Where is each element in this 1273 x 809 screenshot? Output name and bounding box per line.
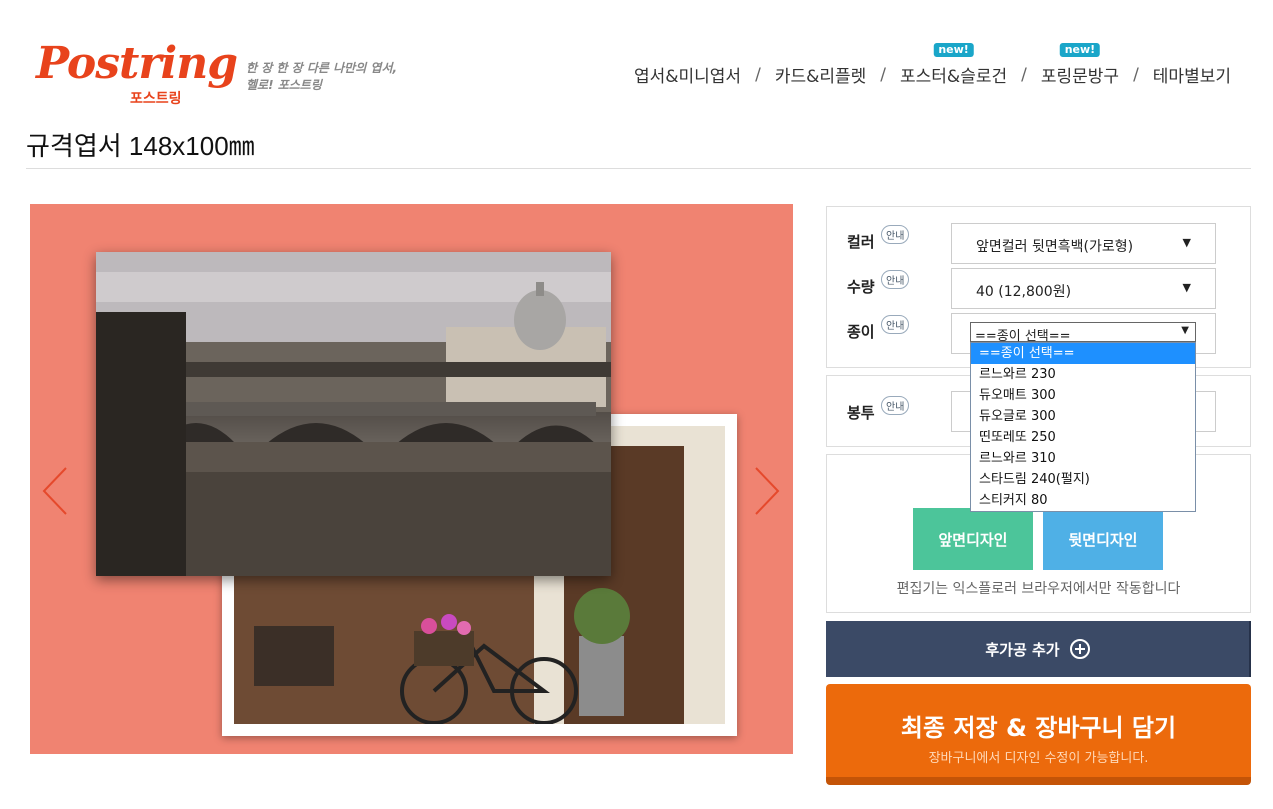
color-info-button[interactable]: 안내	[881, 225, 910, 244]
paper-option[interactable]: 듀오글로 300	[971, 406, 1195, 427]
paper-option[interactable]: 르느와르 310	[971, 448, 1195, 469]
nav-stationery[interactable]: new! 포링문방구	[1039, 43, 1121, 87]
nav-posters-label: 포스터&슬로건	[900, 67, 1008, 87]
paper-dropdown-list: ==종이 선택== 르느와르 230 듀오매트 300 듀오글로 300 띤또레…	[970, 342, 1196, 512]
color-label: 컬러	[847, 233, 875, 251]
quantity-option-row: 수량 안내	[847, 270, 910, 297]
cart-button-note: 장바구니에서 디자인 수정이 가능합니다.	[928, 751, 1149, 766]
quantity-label: 수량	[847, 278, 875, 296]
paper-option[interactable]: 스티커지 80	[971, 490, 1195, 511]
paper-option[interactable]: 르느와르 230	[971, 364, 1195, 385]
chevron-down-icon: ▼	[1182, 236, 1191, 249]
nav-themes[interactable]: 테마별보기	[1151, 62, 1233, 87]
quantity-select-value: 40 (12,800원)	[976, 284, 1072, 300]
paper-option[interactable]: 띤또레또 250	[971, 427, 1195, 448]
nav-separator: /	[1021, 64, 1027, 85]
nav-postcards-label: 엽서&미니엽서	[633, 67, 742, 87]
chevron-down-icon: ▼	[1182, 281, 1191, 294]
nav-separator: /	[880, 64, 887, 85]
tagline-line-1: 한 장 한 장 다른 나만의 엽서,	[246, 61, 398, 75]
add-finishing-label: 후가공 추가	[985, 640, 1060, 659]
envelope-label: 봉투	[847, 404, 875, 422]
logo-wordmark: Postring	[36, 38, 238, 89]
paper-option[interactable]: 스타드림 240(펄지)	[971, 469, 1195, 490]
paper-info-button[interactable]: 안내	[881, 315, 910, 334]
save-and-add-to-cart-button[interactable]: 최종 저장 & 장바구니 담기 장바구니에서 디자인 수정이 가능합니다.	[826, 684, 1251, 785]
editor-note: 편집기는 익스플로러 브라우저에서만 작동합니다	[896, 581, 1181, 597]
tagline: 한 장 한 장 다른 나만의 엽서, 헬로! 포스트링	[246, 60, 397, 94]
nav-cards-label: 카드&리플렛	[774, 67, 867, 87]
prev-arrow-icon[interactable]	[40, 466, 70, 516]
envelope-option-row: 봉투 안내	[847, 396, 910, 423]
color-select[interactable]: 앞면컬러 뒷면흑백(가로형) ▼	[951, 223, 1216, 264]
next-arrow-icon[interactable]	[752, 466, 782, 516]
new-badge: new!	[933, 43, 974, 57]
postring-logo[interactable]: Postring 포스트링	[30, 30, 238, 108]
nav-cards[interactable]: 카드&리플렛	[773, 62, 868, 87]
logo-korean: 포스트링	[130, 91, 182, 107]
rome-river-image	[96, 252, 611, 576]
nav-posters[interactable]: new! 포스터&슬로건	[898, 43, 1009, 87]
nav-themes-label: 테마별보기	[1152, 67, 1231, 87]
nav-postcards[interactable]: 엽서&미니엽서	[632, 62, 743, 87]
nav-separator: /	[755, 64, 761, 85]
nav-separator: /	[1133, 64, 1139, 85]
new-badge: new!	[1059, 43, 1101, 57]
front-design-button[interactable]: 앞면디자인	[913, 508, 1033, 570]
back-design-button[interactable]: 뒷면디자인	[1043, 508, 1163, 570]
nav-stationery-label: 포링문방구	[1040, 67, 1120, 87]
color-option-row: 컬러 안내	[847, 225, 910, 252]
title-divider	[26, 168, 1251, 169]
paper-select[interactable]: ==종이 선택== ▼	[970, 322, 1196, 344]
envelope-info-button[interactable]: 안내	[881, 396, 910, 415]
main-nav: 엽서&미니엽서 / 카드&리플렛 / new! 포스터&슬로건 / new! 포…	[632, 43, 1233, 87]
tagline-line-2: 헬로! 포스트링	[246, 78, 322, 92]
quantity-select[interactable]: 40 (12,800원) ▼	[951, 268, 1216, 309]
paper-option[interactable]: 듀오매트 300	[971, 385, 1195, 406]
quantity-info-button[interactable]: 안내	[881, 270, 910, 289]
paper-label: 종이	[847, 323, 875, 341]
cart-button-label: 최종 저장 & 장바구니 담기	[900, 714, 1177, 742]
page-title: 규격엽서 148x100㎜	[26, 131, 255, 161]
paper-option-row: 종이 안내	[847, 315, 910, 342]
color-select-value: 앞면컬러 뒷면흑백(가로형)	[976, 239, 1134, 255]
plus-circle-icon	[1069, 639, 1090, 659]
paper-option[interactable]: ==종이 선택==	[971, 343, 1195, 364]
postcard-front-photo	[96, 252, 611, 576]
chevron-down-icon: ▼	[1181, 325, 1189, 336]
add-finishing-button[interactable]: 후가공 추가	[826, 621, 1251, 677]
